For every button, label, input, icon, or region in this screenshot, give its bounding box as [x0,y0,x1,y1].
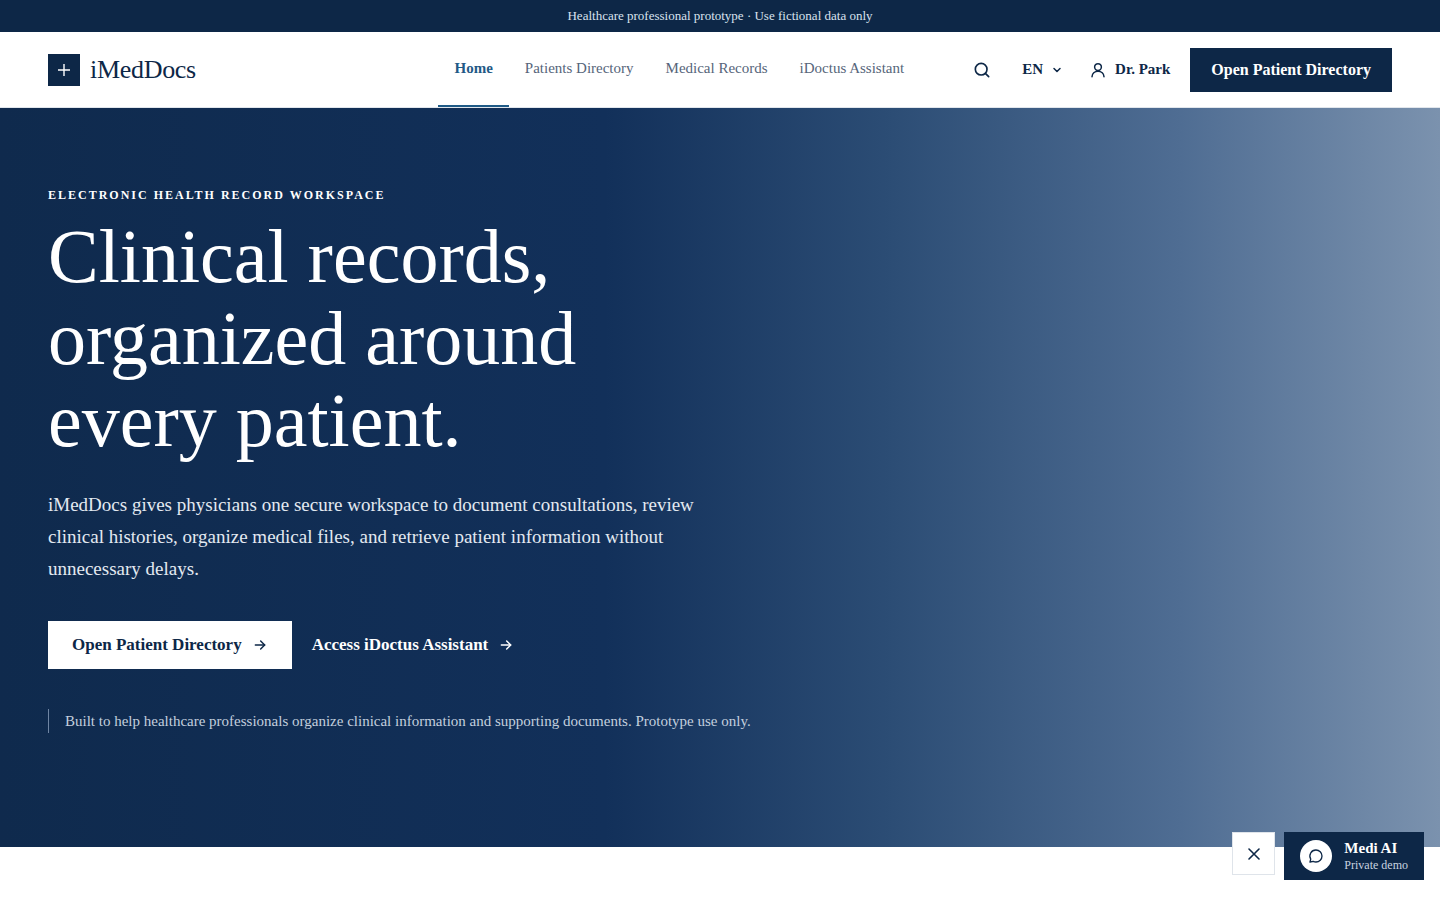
chat-subtitle: Private demo [1344,857,1408,873]
logo-mark [48,54,80,86]
header: iMedDocs HomePatients DirectoryMedical Re… [0,32,1440,108]
logo[interactable]: iMedDocs [48,54,196,86]
search-button[interactable] [968,56,996,84]
plus-icon [58,64,70,76]
prototype-banner: Healthcare professional prototype · Use … [0,0,1440,32]
hero-eyebrow: ELECTRONIC HEALTH RECORD WORKSPACE [48,188,1392,203]
nav-item[interactable]: Home [438,32,508,107]
nav-item[interactable]: iDoctus Assistant [784,32,921,107]
chat-title: Medi AI [1344,839,1397,857]
hero: ELECTRONIC HEALTH RECORD WORKSPACE Clinic… [0,108,1440,847]
close-icon [1248,848,1260,860]
chat-button[interactable]: Medi AIPrivate demo [1284,832,1424,880]
chevron-down-icon [1051,64,1063,76]
hero-actions: Open Patient Directory Access iDoctus Ass… [48,621,1392,669]
open-directory-button[interactable]: Open Patient Directory [1190,48,1392,92]
primary-button[interactable]: Open Patient Directory [48,621,292,669]
close-chat-button[interactable] [1232,832,1275,875]
hero-note: Built to help healthcare professionals o… [48,709,788,733]
hero-description: iMedDocs gives physicians one secure wor… [48,489,738,585]
header-actions: EN Dr. Park Open Patient Directory [968,48,1392,92]
user-menu[interactable]: Dr. Park [1089,61,1170,79]
logo-text: iMedDocs [90,55,196,85]
hero-title: Clinical records, organized around every… [48,215,708,461]
chat-bubble-icon [1308,848,1324,864]
assistant-link[interactable]: Access iDoctus Assistant [312,635,515,655]
chat-icon-circle [1300,840,1332,872]
main-nav: HomePatients DirectoryMedical RecordsiDo… [438,32,920,107]
page: Healthcare professional prototype · Use … [0,0,1440,900]
chat-dock: Medi AIPrivate demo [1232,832,1424,880]
language-picker[interactable]: EN [1016,60,1069,79]
search-icon [972,60,992,80]
nav-item[interactable]: Patients Directory [509,32,650,107]
user-icon [1089,61,1107,79]
arrow-right-icon [252,637,268,653]
nav-item[interactable]: Medical Records [650,32,784,107]
arrow-right-icon [498,637,514,653]
